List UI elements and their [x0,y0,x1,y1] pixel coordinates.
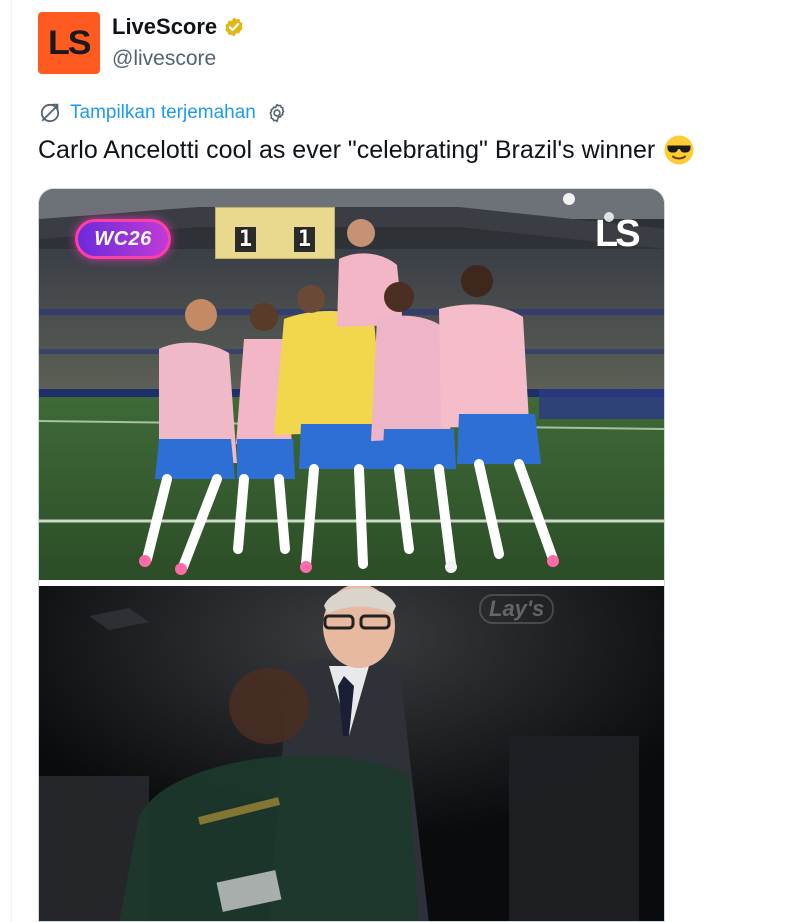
author-display-name[interactable]: LiveScore [112,14,217,40]
translate-link[interactable]: Tampilkan terjemahan [70,102,256,124]
tweet-media[interactable]: 1 1 WC26 LS Lay's [38,188,665,922]
avatar-logo-text: LS [48,23,92,62]
author-avatar[interactable]: LS [38,12,100,74]
gear-icon[interactable] [266,102,288,124]
smiling-face-with-sunglasses-emoji [664,135,694,165]
tweet-text: Carlo Ancelotti cool as ever "celebratin… [38,135,656,164]
tweet-text-row: Carlo Ancelotti cool as ever "celebratin… [38,134,695,166]
scoreboard-away-score: 1 [293,227,316,252]
livescore-watermark: LS [595,213,641,255]
lays-sponsor-mark: Lay's [479,594,555,624]
timeline-border [11,0,12,922]
author-name-row: LiveScore [112,14,245,40]
scoreboard-home-score: 1 [234,227,257,252]
wc26-badge-label: WC26 [94,227,152,250]
translate-row[interactable]: Tampilkan terjemahan [38,101,288,125]
wc26-badge: WC26 [75,219,171,259]
stadium-scoreboard: 1 1 [215,207,335,259]
author-handle[interactable]: @livescore [112,47,216,71]
translate-icon [40,103,60,123]
ancelotti-photo[interactable] [39,586,665,922]
tweet-page: LS LiveScore @livescore Tampilkan terjem… [0,0,800,922]
verified-badge-icon [225,17,243,37]
